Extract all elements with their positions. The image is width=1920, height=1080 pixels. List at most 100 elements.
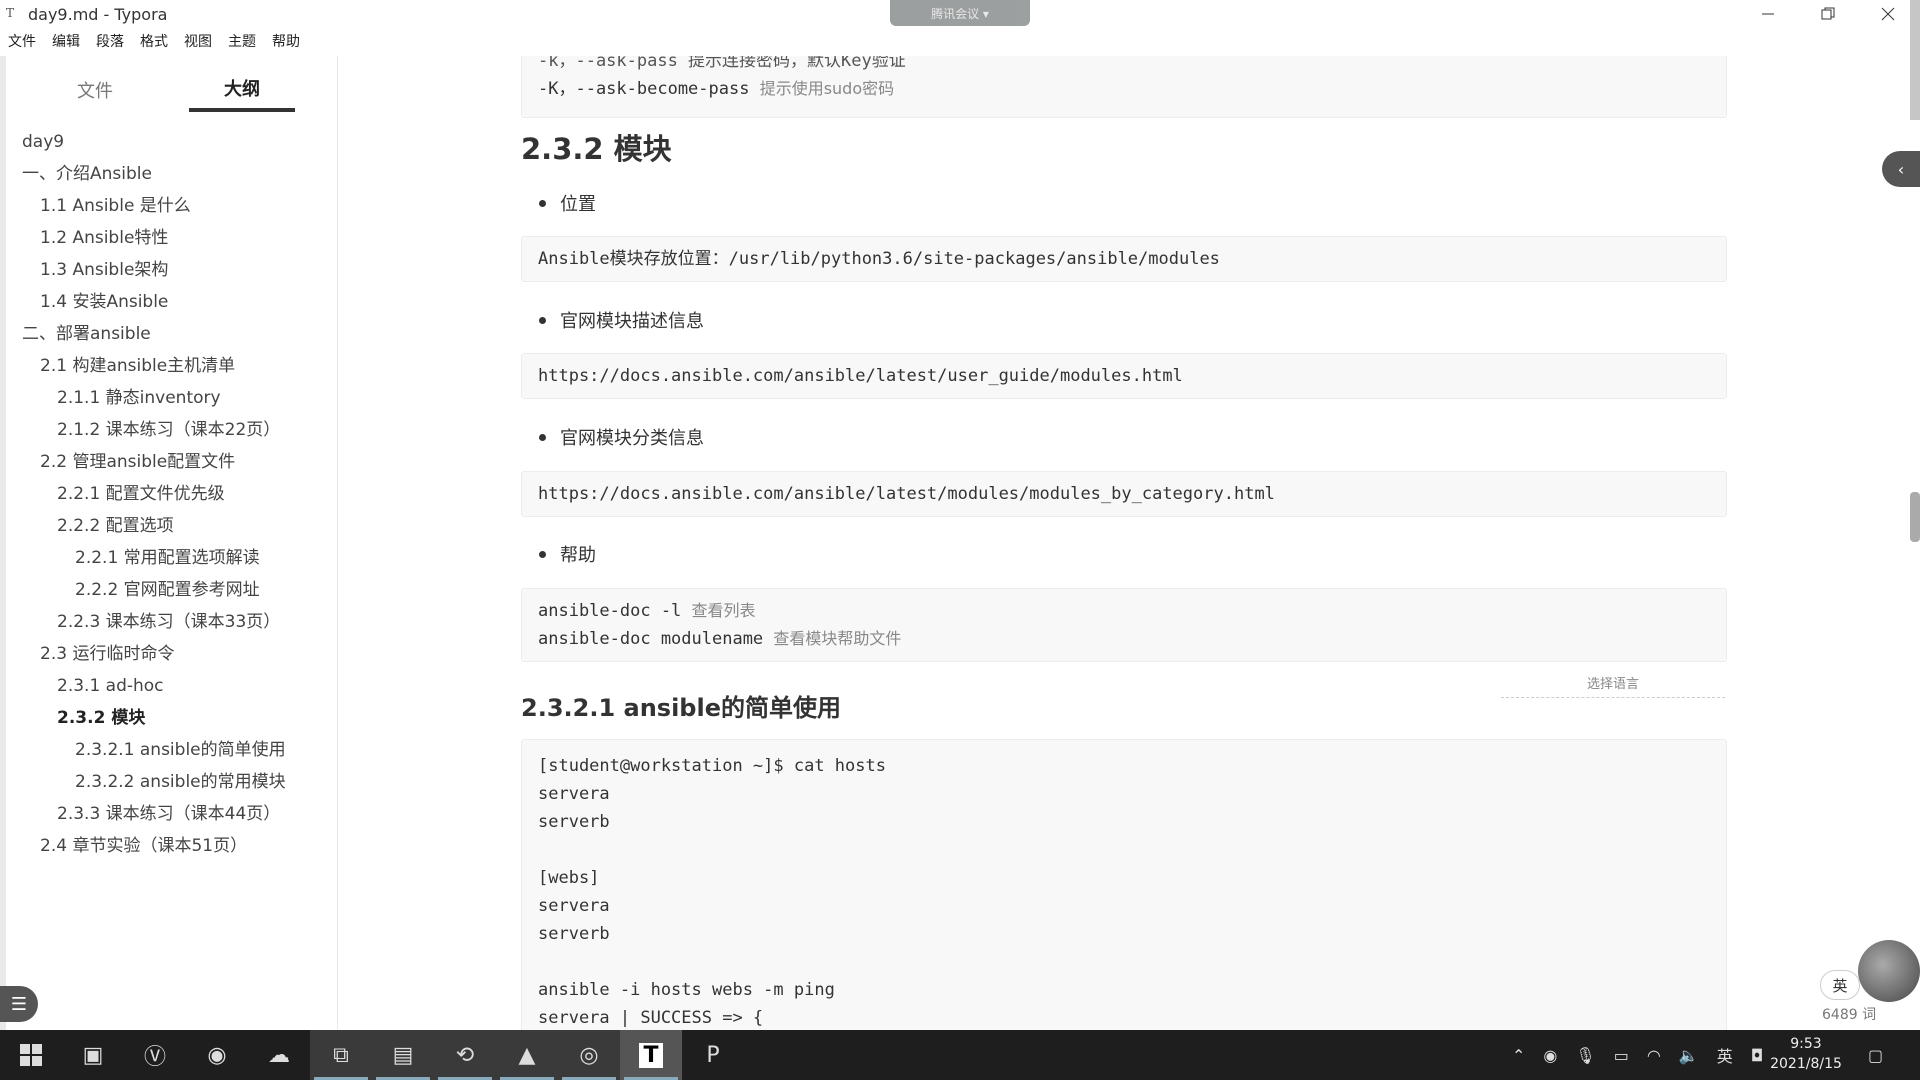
menu-paragraph[interactable]: 段落 xyxy=(88,30,132,54)
vivaldi-icon: Ⓥ xyxy=(143,1045,166,1070)
tray-app-icon[interactable]: ◉ xyxy=(1543,1046,1557,1065)
code-block-options[interactable]: -k，--ask-pass 提示连接密码，默认Key验证 -K，--ask-be… xyxy=(521,56,1727,118)
outline-item[interactable]: 1.4 安装Ansible xyxy=(0,286,338,318)
outline-item[interactable]: 2.2.1 常用配置选项解读 xyxy=(0,542,338,574)
outline-item[interactable]: day9 xyxy=(0,126,338,158)
heading-modules: 2.3.2 模块 xyxy=(521,132,672,166)
start-button[interactable] xyxy=(0,1030,62,1080)
restore-button[interactable] xyxy=(1800,0,1856,28)
code-line: -K，--ask-become-pass 提示使用sudo密码 xyxy=(538,75,1710,103)
outline-item[interactable]: 2.3.2.1 ansible的简单使用 xyxy=(0,734,338,766)
outline-item[interactable]: 2.2.2 配置选项 xyxy=(0,510,338,542)
code-block-category[interactable]: https://docs.ansible.com/ansible/latest/… xyxy=(521,471,1727,517)
outline-item[interactable]: 2.3.2.2 ansible的常用模块 xyxy=(0,766,338,798)
taskbar-app-photos[interactable]: ▣ xyxy=(62,1030,124,1080)
collapse-panel-button[interactable]: ‹ xyxy=(1882,151,1920,187)
scrollbar-track-top[interactable] xyxy=(1910,0,1920,120)
outline-item[interactable]: 1.1 Ansible 是什么 xyxy=(0,190,338,222)
outline-item[interactable]: 二、部署ansible xyxy=(0,318,338,350)
taskbar-app-vivaldi[interactable]: Ⓥ xyxy=(124,1030,186,1080)
outline-item[interactable]: 2.3.3 课本练习（课本44页） xyxy=(0,798,338,830)
editor-content[interactable]: -k，--ask-pass 提示连接密码，默认Key验证 -K，--ask-be… xyxy=(339,56,1920,1030)
word-count[interactable]: 6489 词 xyxy=(1822,1004,1876,1024)
code-block-location[interactable]: Ansible模块存放位置：/usr/lib/python3.6/site-pa… xyxy=(521,236,1727,282)
menu-file[interactable]: 文件 xyxy=(0,30,44,54)
taskbar-app-powerpoint[interactable]: P xyxy=(682,1030,744,1080)
menu-bar: 文件 编辑 段落 格式 视图 主题 帮助 xyxy=(0,30,308,54)
taskbar-app-typora[interactable]: T xyxy=(620,1030,682,1080)
window-title: day9.md - Typora xyxy=(28,4,168,24)
typora-icon: T xyxy=(639,1042,663,1068)
menu-theme[interactable]: 主题 xyxy=(220,30,264,54)
clock-time: 9:53 xyxy=(1790,1036,1822,1052)
typora-app-icon: T xyxy=(6,6,15,20)
notification-button[interactable]: ▢ xyxy=(1868,1030,1883,1080)
windows-icon xyxy=(20,1044,42,1066)
outline-item[interactable]: 2.2.3 课本练习（课本33页） xyxy=(0,606,338,638)
chevron-up-icon[interactable]: ⌃ xyxy=(1512,1046,1525,1065)
code-block-hosts[interactable]: [student@workstation ~]$ cat hosts server… xyxy=(521,739,1727,1030)
bullet-dot xyxy=(539,433,546,441)
menu-view[interactable]: 视图 xyxy=(176,30,220,54)
code-block-help[interactable]: ansible-doc -l 查看列表 ansible-doc modulena… xyxy=(521,588,1727,662)
bullet-text: 帮助 xyxy=(560,545,596,566)
taskbar-app-music[interactable]: ◎ xyxy=(558,1030,620,1080)
sidebar: 文件 大纲 day9 一、介绍Ansible 1.1 Ansible 是什么 1.2 … xyxy=(0,56,338,1030)
language-select[interactable]: 选择语言 xyxy=(1501,672,1725,698)
sidebar-toggle-button[interactable]: ☰ xyxy=(0,986,38,1022)
taskbar-app-browser[interactable]: ◉ xyxy=(186,1030,248,1080)
tab-files[interactable]: 文件 xyxy=(48,68,142,112)
music-app-icon: ◎ xyxy=(579,1042,599,1068)
volume-icon[interactable]: 🔈 xyxy=(1679,1046,1699,1065)
scrollbar-thumb[interactable] xyxy=(1910,492,1920,542)
code-line: ansible-doc modulename 查看模块帮助文件 xyxy=(538,625,1710,653)
wifi-icon[interactable]: ◠ xyxy=(1647,1046,1661,1065)
menu-help[interactable]: 帮助 xyxy=(264,30,308,54)
taskbar-app-meeting[interactable]: ▲ xyxy=(496,1030,558,1080)
outline-item[interactable]: 2.4 章节实验（课本51页） xyxy=(0,830,338,862)
floating-avatar[interactable] xyxy=(1858,940,1920,1002)
outline-item[interactable]: 2.1.2 课本练习（课本22页） xyxy=(0,414,338,446)
tab-outline[interactable]: 大纲 xyxy=(189,68,295,112)
outline-item[interactable]: 2.3.1 ad-hoc xyxy=(0,670,338,702)
system-tray: ⌃ ◉ 🎙 ▭ ◠ 🔈 英 ◘ xyxy=(1512,1030,1763,1080)
outline-item[interactable]: 2.2.2 官网配置参考网址 xyxy=(0,574,338,606)
taskbar-app-network[interactable]: ⟲ xyxy=(434,1030,496,1080)
code-line: serverb xyxy=(538,924,610,944)
outline-item[interactable]: 一、介绍Ansible xyxy=(0,158,338,190)
outline-item[interactable]: 2.2 管理ansible配置文件 xyxy=(0,446,338,478)
chevron-left-icon: ‹ xyxy=(1897,159,1905,179)
code-line: ansible -i hosts webs -m ping xyxy=(538,980,835,1000)
code-block-desc[interactable]: https://docs.ansible.com/ansible/latest/… xyxy=(521,353,1727,399)
outline-item[interactable]: 2.1.1 静态inventory xyxy=(0,382,338,414)
code-comment: 查看列表 xyxy=(691,601,756,620)
menu-edit[interactable]: 编辑 xyxy=(44,30,88,54)
input-language[interactable]: 英 xyxy=(1717,1043,1733,1067)
ime-status-badge[interactable]: 英 xyxy=(1820,970,1860,1000)
meeting-badge[interactable]: 腾讯会议 ▾ xyxy=(890,0,1030,26)
outline-item[interactable]: 1.2 Ansible特性 xyxy=(0,222,338,254)
sidebar-tabs: 文件 大纲 xyxy=(0,68,338,112)
photo-app-icon: ▣ xyxy=(82,1042,104,1068)
minimize-button[interactable] xyxy=(1740,0,1796,28)
microphone-icon[interactable]: 🎙 xyxy=(1575,1046,1595,1065)
qq-icon[interactable]: ◘ xyxy=(1751,1046,1764,1065)
heading-simple-usage: 2.3.2.1 ansible的简单使用 xyxy=(521,694,841,722)
taskbar-app-explorer[interactable]: ▤ xyxy=(372,1030,434,1080)
bullet-text: 官网模块分类信息 xyxy=(560,428,704,449)
outline-item[interactable]: 1.3 Ansible架构 xyxy=(0,254,338,286)
outline-item[interactable]: 2.3 运行临时命令 xyxy=(0,638,338,670)
outline-item[interactable]: 2.2.1 配置文件优先级 xyxy=(0,478,338,510)
bullet-help: 帮助 xyxy=(539,541,596,567)
meeting-app-icon: ▲ xyxy=(518,1042,536,1068)
taskbar-app-vm[interactable]: ⧉ xyxy=(310,1030,372,1080)
close-button[interactable] xyxy=(1860,0,1916,28)
wechat-icon: ☁ xyxy=(268,1042,290,1068)
menu-format[interactable]: 格式 xyxy=(132,30,176,54)
system-clock[interactable]: 9:53 2021/8/15 xyxy=(1766,1034,1846,1074)
outline-item[interactable]: 2.1 构建ansible主机清单 xyxy=(0,350,338,382)
outline-item[interactable]: 2.3.2 模块 xyxy=(0,702,338,734)
battery-icon[interactable]: ▭ xyxy=(1614,1046,1629,1065)
taskbar-app-wechat[interactable]: ☁ xyxy=(248,1030,310,1080)
